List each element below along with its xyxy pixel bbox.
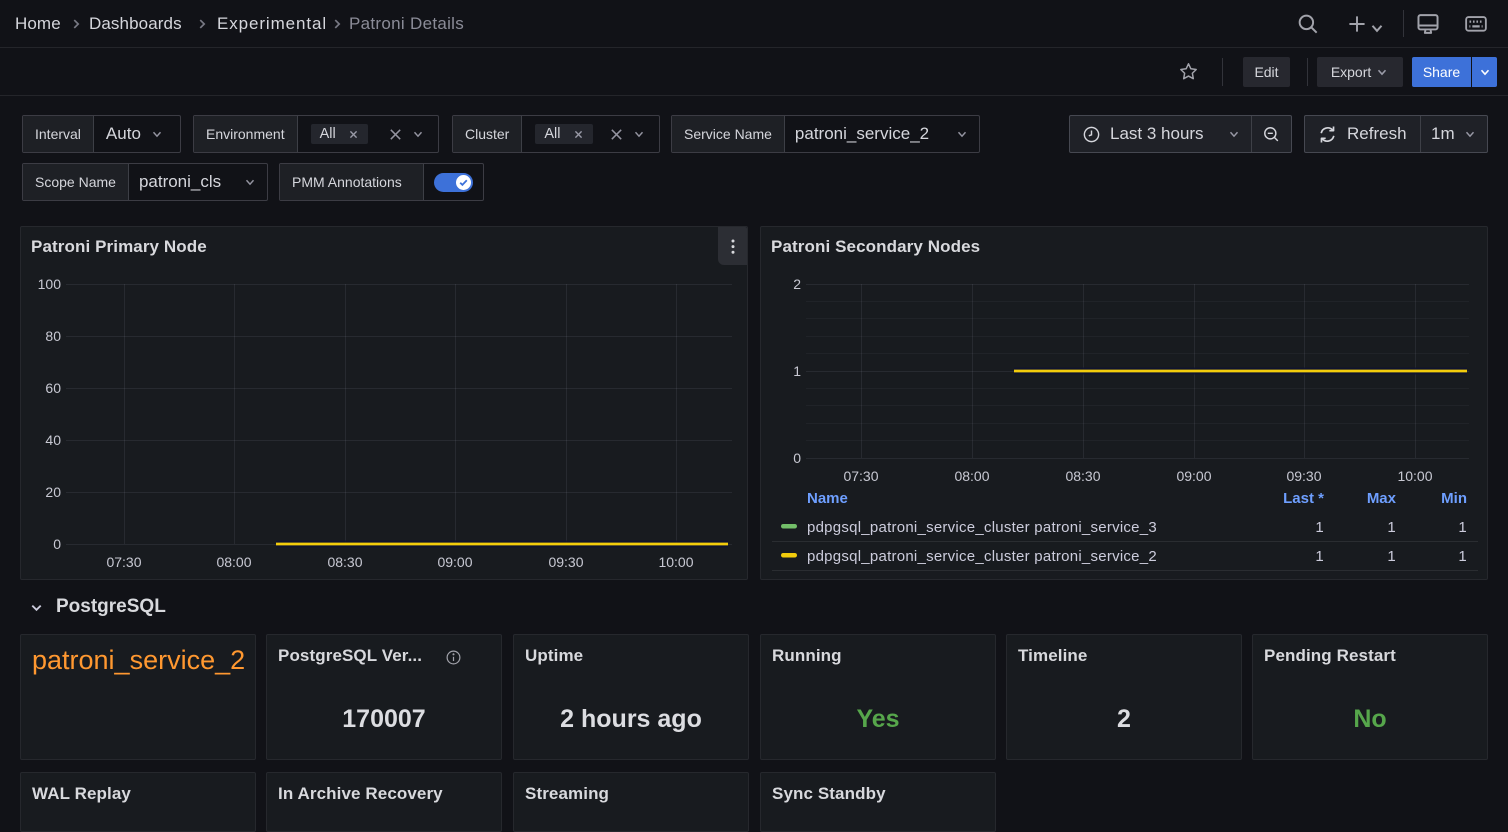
svg-text:09:00: 09:00 <box>437 554 472 570</box>
svg-text:60: 60 <box>45 380 61 396</box>
svg-text:08:00: 08:00 <box>216 554 251 570</box>
svg-text:Name: Name <box>807 490 848 507</box>
svg-text:1: 1 <box>1458 519 1467 536</box>
svg-text:08:30: 08:30 <box>327 554 362 570</box>
svg-text:Min: Min <box>1441 490 1467 507</box>
svg-text:09:00: 09:00 <box>1176 468 1211 484</box>
svg-text:07:30: 07:30 <box>843 468 878 484</box>
svg-text:pdpgsql_patroni_service_cluste: pdpgsql_patroni_service_cluster patroni_… <box>807 548 1157 565</box>
svg-text:2: 2 <box>793 276 801 292</box>
svg-text:09:30: 09:30 <box>1286 468 1321 484</box>
svg-text:10:00: 10:00 <box>658 554 693 570</box>
svg-text:1: 1 <box>1315 519 1324 536</box>
svg-text:pdpgsql_patroni_service_cluste: pdpgsql_patroni_service_cluster patroni_… <box>807 519 1157 536</box>
svg-text:Last *: Last * <box>1283 490 1324 507</box>
svg-text:100: 100 <box>38 276 62 292</box>
svg-text:Max: Max <box>1367 490 1397 507</box>
svg-text:07:30: 07:30 <box>106 554 141 570</box>
svg-text:0: 0 <box>53 536 61 552</box>
svg-text:0: 0 <box>793 450 801 466</box>
svg-text:1: 1 <box>1387 548 1396 565</box>
svg-text:80: 80 <box>45 328 61 344</box>
svg-text:20: 20 <box>45 484 61 500</box>
svg-text:40: 40 <box>45 432 61 448</box>
svg-text:1: 1 <box>1458 548 1467 565</box>
svg-text:1: 1 <box>1387 519 1396 536</box>
svg-text:1: 1 <box>1315 548 1324 565</box>
svg-text:08:00: 08:00 <box>954 468 989 484</box>
svg-text:1: 1 <box>793 363 801 379</box>
svg-text:10:00: 10:00 <box>1397 468 1432 484</box>
svg-text:08:30: 08:30 <box>1065 468 1100 484</box>
svg-text:09:30: 09:30 <box>548 554 583 570</box>
